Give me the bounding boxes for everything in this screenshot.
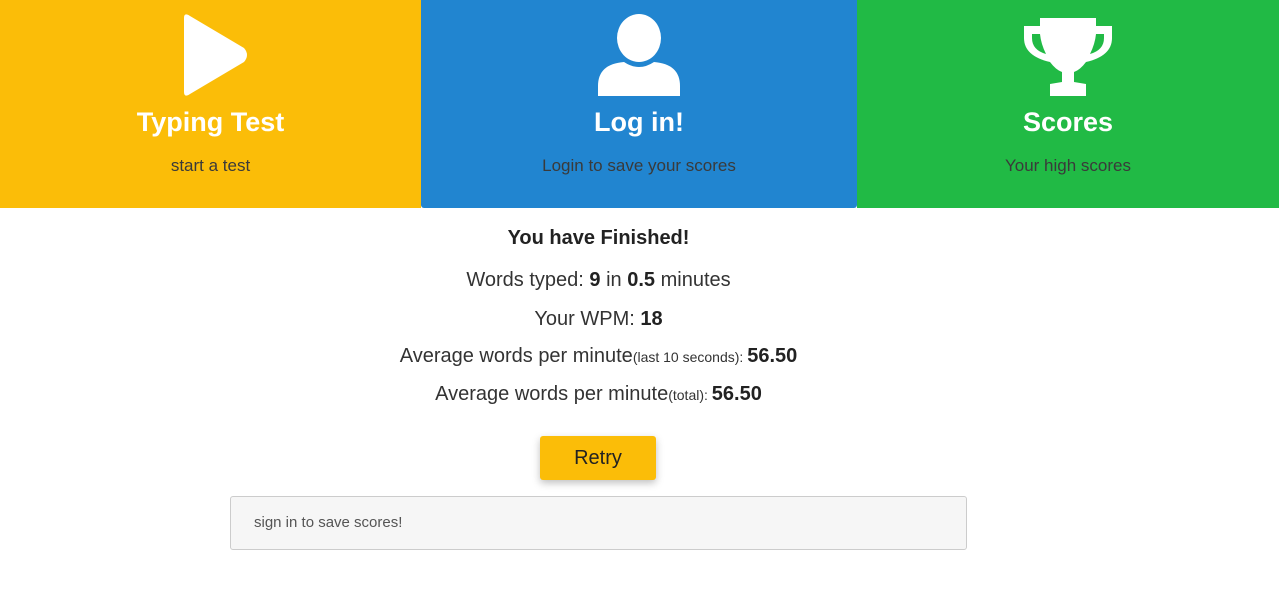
avg-last10-value: 56.50 xyxy=(747,345,798,367)
words-typed-value: 9 xyxy=(589,269,601,291)
wpm-line: Your WPM: 18 xyxy=(0,306,1197,332)
finished-heading: You have Finished! xyxy=(507,227,690,249)
login-tile[interactable]: Log in! Login to save your scores xyxy=(421,0,857,208)
login-subtitle: Login to save your scores xyxy=(542,156,736,175)
typing-test-tile[interactable]: Typing Test start a test xyxy=(0,0,421,208)
retry-button[interactable]: Retry xyxy=(540,436,656,480)
avg-last10-line: Average words per minute(last 10 seconds… xyxy=(0,343,1197,370)
scores-tile[interactable]: Scores Your high scores xyxy=(857,0,1279,208)
avg-total-line: Average words per minute(total): 56.50 xyxy=(0,381,1197,408)
typing-test-title: Typing Test xyxy=(136,107,285,137)
trophy-icon xyxy=(857,12,1279,98)
avg-last10-qualifier: (last 10 seconds): xyxy=(632,349,748,365)
avg-total-qualifier: (total): xyxy=(668,387,712,403)
scores-subtitle: Your high scores xyxy=(1004,156,1131,175)
user-icon xyxy=(421,12,857,98)
minutes-value: 0.5 xyxy=(627,269,656,291)
avg-total-label: Average words per minute xyxy=(435,383,669,405)
words-typed-line: Words typed: 9 in 0.5 minutes xyxy=(0,267,1197,293)
in-label: in xyxy=(600,269,628,291)
minutes-label: minutes xyxy=(655,269,731,291)
wpm-value: 18 xyxy=(640,308,663,330)
avg-last10-label: Average words per minute xyxy=(399,345,633,367)
nav-tiles: Typing Test start a test Log in! Login t… xyxy=(0,0,1279,208)
login-title: Log in! xyxy=(594,107,684,137)
signin-message: sign in to save scores! xyxy=(230,496,967,550)
wpm-label: Your WPM: xyxy=(534,308,641,330)
words-typed-label: Words typed: xyxy=(466,269,590,291)
avg-total-value: 56.50 xyxy=(711,383,762,405)
play-icon xyxy=(0,12,421,98)
scores-title: Scores xyxy=(1022,107,1114,137)
typing-test-subtitle: start a test xyxy=(170,156,251,175)
